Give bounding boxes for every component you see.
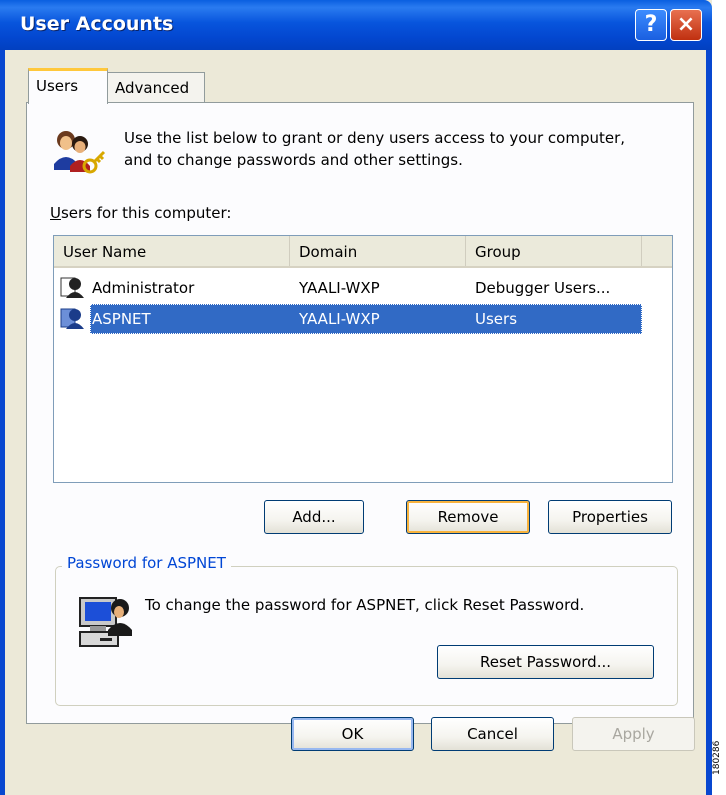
user-accounts-window: User Accounts ? × Users Advanced Use the… [0,0,712,795]
tab-users-label: Users [36,77,79,95]
password-groupbox [55,566,678,706]
apply-button: Apply [572,717,695,751]
help-button[interactable]: ? [635,9,667,41]
window-frame-left [0,50,5,795]
users-key-icon [54,131,106,174]
users-list-label: Users for this computer: [50,204,232,222]
user-icon [60,308,84,329]
row-domain: YAALI-WXP [299,279,380,297]
listview-header: User Name Domain Group [54,236,672,268]
tab-users[interactable]: Users [28,68,108,104]
column-domain[interactable]: Domain [290,236,466,266]
column-user-name[interactable]: User Name [54,236,290,266]
row-group: Users [475,310,518,328]
row-user-name: Administrator [92,279,195,297]
reset-password-button[interactable]: Reset Password... [437,645,654,679]
cancel-button[interactable]: Cancel [431,717,554,751]
table-row[interactable]: Administrator YAALI-WXP Debugger Users..… [54,273,672,303]
password-hint-text: To change the password for ASPNET, click… [145,596,585,614]
user-icon [60,277,84,298]
tab-advanced[interactable]: Advanced [107,72,205,102]
users-listview[interactable]: User Name Domain Group Administrator YAA… [53,235,673,483]
figure-id-tag: 180286 [712,720,726,795]
row-user-name: ASPNET [92,310,151,328]
column-group[interactable]: Group [466,236,642,266]
row-group: Debugger Users... [475,279,611,297]
window-title: User Accounts [20,13,174,35]
remove-button[interactable]: Remove [406,500,530,534]
close-button[interactable]: × [670,9,702,41]
title-bar[interactable]: User Accounts ? × [0,0,712,50]
add-button[interactable]: Add... [264,500,364,534]
window-frame-right [706,50,712,795]
intro-text: Use the list below to grant or deny user… [124,129,626,169]
password-group-title: Password for ASPNET [62,554,231,572]
tab-advanced-label: Advanced [115,79,190,97]
row-domain: YAALI-WXP [299,310,380,328]
table-row-selected[interactable]: ASPNET YAALI-WXP Users [54,304,672,334]
ok-button[interactable]: OK [291,717,414,751]
computer-user-icon [79,597,132,647]
properties-button[interactable]: Properties [548,500,672,534]
